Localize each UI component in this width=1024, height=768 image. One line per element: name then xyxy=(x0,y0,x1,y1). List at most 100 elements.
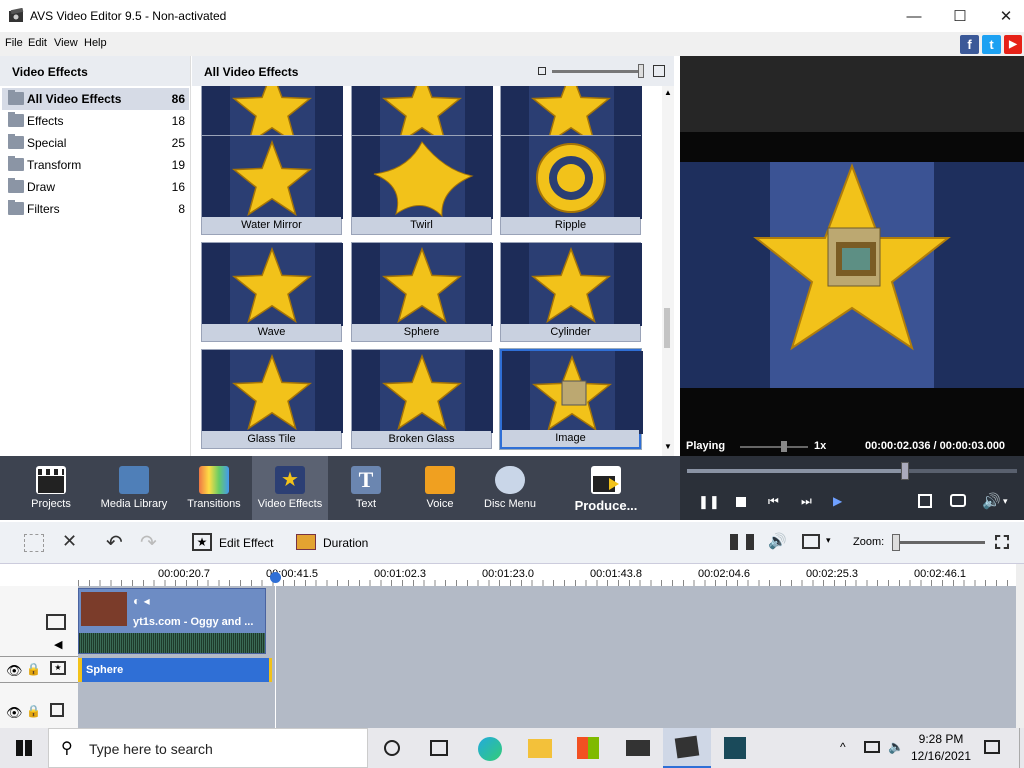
mail-icon[interactable] xyxy=(626,740,650,756)
redo-icon[interactable]: ↷ xyxy=(140,530,157,555)
volume-icon[interactable]: 🔊 xyxy=(982,492,1001,510)
zoom-handle[interactable] xyxy=(892,534,900,551)
category-effects[interactable]: Effects 18 xyxy=(2,110,189,132)
zoom-slider[interactable] xyxy=(893,541,985,544)
window-title: AVS Video Editor 9.5 - Non-activated xyxy=(30,9,227,23)
category-all-video-effects[interactable]: All Video Effects 86 xyxy=(2,88,189,110)
storyboard-view-icon[interactable] xyxy=(730,534,754,550)
video-clip[interactable]: ◐ ◂ yt1s.com - Oggy and ... xyxy=(78,588,266,654)
close-button[interactable]: ✕ xyxy=(983,0,1024,32)
widgets-icon[interactable] xyxy=(430,740,448,756)
undo-icon[interactable]: ↶ xyxy=(106,530,123,555)
effect-tile[interactable]: Ripple xyxy=(500,135,642,235)
visibility-eye-icon[interactable]: 👁 xyxy=(6,663,23,679)
playback-progress-track[interactable] xyxy=(687,469,1017,473)
store-icon[interactable] xyxy=(577,737,599,759)
playhead-handle[interactable] xyxy=(270,572,281,583)
previous-frame-icon[interactable]: ⏮ xyxy=(768,494,779,509)
file-explorer-icon[interactable] xyxy=(528,739,552,758)
timeline-scrollbar[interactable] xyxy=(1016,564,1024,728)
volume-muted-icon[interactable]: 🔈 xyxy=(888,739,904,755)
stop-icon[interactable] xyxy=(736,497,746,507)
maximize-button[interactable]: ☐ xyxy=(937,0,983,32)
playback-scrubber[interactable] xyxy=(900,462,909,480)
effect-tile[interactable]: Twirl xyxy=(351,135,493,235)
effect-tile[interactable]: Water Mirror xyxy=(201,135,343,235)
effect-preview-thumbnail xyxy=(352,350,493,433)
snapshot-icon[interactable] xyxy=(950,494,966,507)
menu-edit[interactable]: Edit xyxy=(28,37,47,49)
ruler-tick-label: 00:00:20.7 xyxy=(158,568,210,580)
lock-icon[interactable]: 🔒 xyxy=(26,662,41,676)
edge-browser-icon[interactable] xyxy=(478,737,502,761)
volume-handle[interactable] xyxy=(781,441,787,452)
lock-icon[interactable]: 🔒 xyxy=(26,704,41,718)
scroll-up-icon[interactable]: ▲ xyxy=(664,88,672,97)
effect-tile[interactable]: Cylinder xyxy=(500,242,642,342)
toolbar-projects[interactable]: Projects xyxy=(16,456,86,520)
menu-file[interactable]: File xyxy=(5,37,23,49)
effect-tile[interactable]: Wave xyxy=(201,242,343,342)
large-thumbnail-icon[interactable] xyxy=(653,65,665,77)
facebook-icon[interactable]: f xyxy=(960,35,979,54)
produce-icon xyxy=(591,466,621,494)
edit-effect-button[interactable]: Edit Effect xyxy=(219,536,273,550)
effect-clip-sphere[interactable]: Sphere xyxy=(78,658,272,682)
small-thumbnail-icon[interactable] xyxy=(538,67,546,75)
network-icon[interactable] xyxy=(864,741,880,753)
scroll-thumb[interactable] xyxy=(664,308,670,348)
youtube-icon[interactable]: ▶ xyxy=(1004,35,1022,54)
split-icon[interactable] xyxy=(24,534,44,552)
effect-tile[interactable]: Broken Glass xyxy=(351,349,493,449)
edit-effect-icon[interactable]: ★ xyxy=(192,533,212,551)
clock-time[interactable]: 9:28 PM xyxy=(910,732,972,746)
duration-button[interactable]: Duration xyxy=(323,536,368,550)
fullscreen-icon[interactable] xyxy=(918,494,932,508)
visibility-eye-icon[interactable]: 👁 xyxy=(6,705,23,721)
fit-timeline-icon[interactable] xyxy=(995,535,1009,549)
duration-icon[interactable] xyxy=(296,534,316,550)
screen-recorder-icon[interactable] xyxy=(724,737,746,759)
toolbar-media-library[interactable]: Media Library xyxy=(96,456,172,520)
toolbar-transitions[interactable]: Transitions xyxy=(180,456,248,520)
volume-dropdown-icon[interactable]: ▾ xyxy=(1003,496,1008,507)
show-hidden-icons[interactable]: ^ xyxy=(840,740,846,754)
effects-scrollbar[interactable]: ▲ ▼ xyxy=(662,86,674,456)
twitter-icon[interactable]: t xyxy=(982,35,1001,54)
task-view-icon[interactable] xyxy=(384,740,400,756)
menu-help[interactable]: Help xyxy=(84,37,107,49)
display-icon[interactable] xyxy=(802,534,820,549)
audio-mixer-icon[interactable]: 🔊 xyxy=(768,532,787,550)
thumbnail-size-slider[interactable] xyxy=(552,70,644,73)
search-input[interactable]: Type here to search xyxy=(89,741,213,757)
volume-track[interactable] xyxy=(740,446,808,448)
category-transform[interactable]: Transform 19 xyxy=(2,154,189,176)
notifications-icon[interactable] xyxy=(984,740,1000,754)
delete-icon[interactable]: ✕ xyxy=(62,531,77,552)
pause-icon[interactable]: ❚❚ xyxy=(698,494,720,510)
slider-handle[interactable] xyxy=(638,64,644,78)
toolbar-disc-menu[interactable]: Disc Menu xyxy=(478,456,542,520)
taskbar-avs-editor[interactable] xyxy=(663,728,711,768)
effect-tile[interactable]: Image xyxy=(499,348,643,450)
scroll-down-icon[interactable]: ▼ xyxy=(664,442,672,451)
windows-start-icon[interactable] xyxy=(16,740,32,756)
category-special[interactable]: Special 25 xyxy=(2,132,189,154)
taskbar-search[interactable]: ⚲ Type here to search xyxy=(48,728,368,768)
play-selection-icon[interactable]: ▶ xyxy=(833,494,842,508)
effect-tile[interactable]: Glass Tile xyxy=(201,349,343,449)
category-draw[interactable]: Draw 16 xyxy=(2,176,189,198)
next-frame-icon[interactable]: ⏭ xyxy=(801,494,812,509)
toolbar-voice[interactable]: Voice xyxy=(412,456,468,520)
category-count: 86 xyxy=(171,92,185,106)
toolbar-video-effects[interactable]: ★ Video Effects xyxy=(252,456,328,520)
show-desktop-button[interactable] xyxy=(1019,728,1024,768)
effect-tile[interactable]: Sphere xyxy=(351,242,493,342)
toolbar-text[interactable]: T Text xyxy=(338,456,394,520)
menu-view[interactable]: View xyxy=(54,37,78,49)
minimize-button[interactable]: — xyxy=(891,0,937,32)
category-filters[interactable]: Filters 8 xyxy=(2,198,189,220)
clock-date[interactable]: 12/16/2021 xyxy=(906,749,976,763)
toolbar-produce[interactable]: Produce... xyxy=(566,456,646,520)
display-dropdown-icon[interactable]: ▾ xyxy=(826,535,831,546)
